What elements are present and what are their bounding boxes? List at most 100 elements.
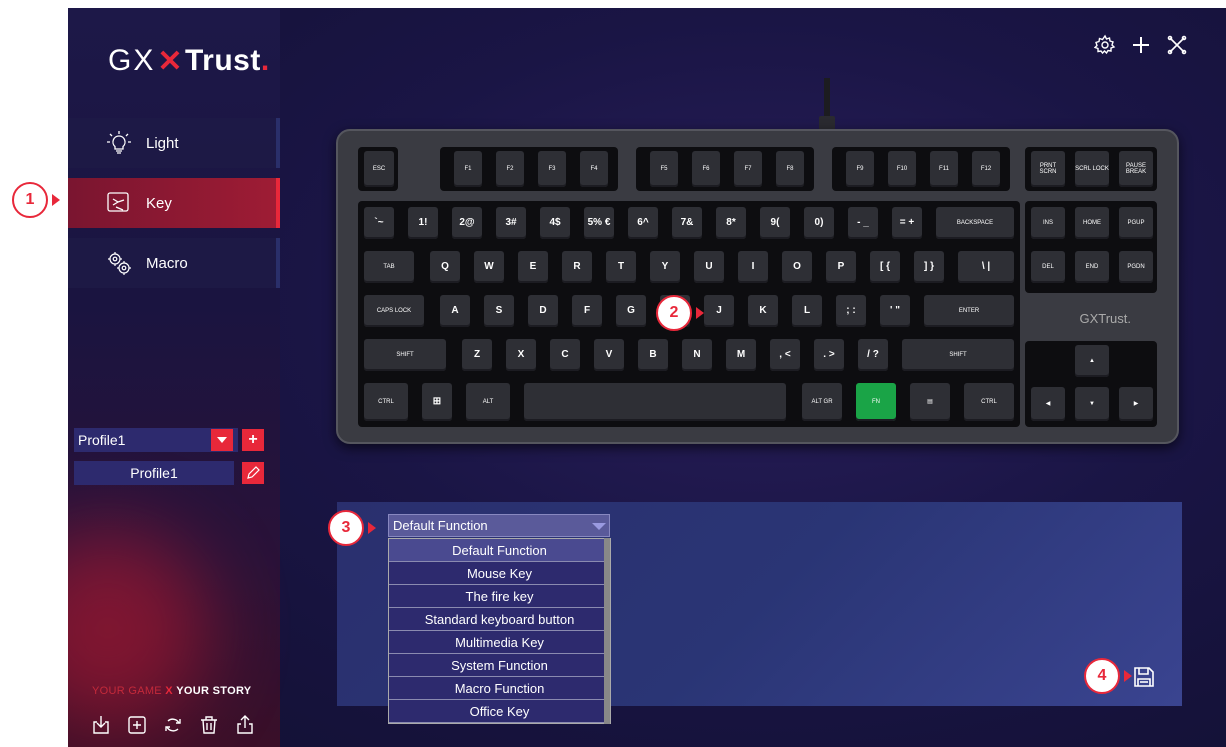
key-4[interactable]: 4$ — [540, 207, 570, 239]
key-enter[interactable]: ENTER — [924, 295, 1014, 327]
key-x[interactable]: X — [506, 339, 536, 371]
gear-icon[interactable] — [1093, 34, 1116, 56]
key-arrow-up[interactable]: ▲ — [1075, 345, 1109, 377]
key-1[interactable]: 1! — [408, 207, 438, 239]
plus-icon[interactable] — [1130, 34, 1152, 56]
key-backslash[interactable]: \ | — [958, 251, 1014, 283]
key-space[interactable] — [524, 383, 786, 421]
key-3[interactable]: 3# — [496, 207, 526, 239]
key-m[interactable]: M — [726, 339, 756, 371]
nav-item-macro[interactable]: Macro — [68, 238, 280, 288]
key-end[interactable]: END — [1075, 251, 1109, 283]
key-f1[interactable]: F1 — [454, 151, 482, 187]
key-f2[interactable]: F2 — [496, 151, 524, 187]
key-comma[interactable]: , < — [770, 339, 800, 371]
dropdown-scrollbar[interactable] — [604, 538, 610, 724]
key-i[interactable]: I — [738, 251, 768, 283]
key-e[interactable]: E — [518, 251, 548, 283]
key-esc[interactable]: ESC — [364, 151, 394, 187]
key-minus[interactable]: - _ — [848, 207, 878, 239]
key-shift-left[interactable]: SHIFT — [364, 339, 446, 371]
key-equals[interactable]: = + — [892, 207, 922, 239]
key-s[interactable]: S — [484, 295, 514, 327]
key-f[interactable]: F — [572, 295, 602, 327]
key-8[interactable]: 8* — [716, 207, 746, 239]
key-f6[interactable]: F6 — [692, 151, 720, 187]
key-v[interactable]: V — [594, 339, 624, 371]
key-f4[interactable]: F4 — [580, 151, 608, 187]
key-shift-right[interactable]: SHIFT — [902, 339, 1014, 371]
save-icon[interactable] — [1132, 665, 1156, 689]
key-f11[interactable]: F11 — [930, 151, 958, 187]
profile-dropdown-button[interactable] — [211, 429, 233, 451]
key-tab[interactable]: TAB — [364, 251, 414, 283]
key-5[interactable]: 5% € — [584, 207, 614, 239]
key-n[interactable]: N — [682, 339, 712, 371]
key-f10[interactable]: F10 — [888, 151, 916, 187]
add-profile-button[interactable]: + — [242, 429, 264, 451]
key-ins[interactable]: INS — [1031, 207, 1065, 239]
dropdown-option[interactable]: Mouse Key — [389, 562, 610, 585]
key-fn[interactable]: FN — [856, 383, 896, 421]
key-pgup[interactable]: PGUP — [1119, 207, 1153, 239]
key-b[interactable]: B — [638, 339, 668, 371]
key-ctrl-right[interactable]: CTRL — [964, 383, 1014, 421]
key-arrow-down[interactable]: ▼ — [1075, 387, 1109, 421]
key-u[interactable]: U — [694, 251, 724, 283]
key-6[interactable]: 6^ — [628, 207, 658, 239]
key-pgdn[interactable]: PGDN — [1119, 251, 1153, 283]
key-prntscrn[interactable]: PRNT SCRN — [1031, 151, 1065, 187]
dropdown-option[interactable]: Standard keyboard button — [389, 608, 610, 631]
key-arrow-right[interactable]: ▶ — [1119, 387, 1153, 421]
new-profile-icon[interactable] — [126, 714, 148, 736]
key-f8[interactable]: F8 — [776, 151, 804, 187]
key-l[interactable]: L — [792, 295, 822, 327]
key-c[interactable]: C — [550, 339, 580, 371]
key-backspace[interactable]: BACKSPACE — [936, 207, 1014, 239]
key-t[interactable]: T — [606, 251, 636, 283]
key-arrow-left[interactable]: ◀ — [1031, 387, 1065, 421]
key-pausebreak[interactable]: PAUSE BREAK — [1119, 151, 1153, 187]
key-q[interactable]: Q — [430, 251, 460, 283]
key-period[interactable]: . > — [814, 339, 844, 371]
function-select[interactable]: Default Function — [388, 514, 610, 537]
key-y[interactable]: Y — [650, 251, 680, 283]
key-j[interactable]: J — [704, 295, 734, 327]
key-capslock[interactable]: CAPS LOCK — [364, 295, 424, 327]
key-f9[interactable]: F9 — [846, 151, 874, 187]
key-f5[interactable]: F5 — [650, 151, 678, 187]
import-icon[interactable] — [90, 714, 112, 736]
dropdown-option[interactable]: System Function — [389, 654, 610, 677]
close-icon[interactable] — [1166, 34, 1188, 56]
key-p[interactable]: P — [826, 251, 856, 283]
dropdown-option[interactable]: The fire key — [389, 585, 610, 608]
key-o[interactable]: O — [782, 251, 812, 283]
key-ctrl-left[interactable]: CTRL — [364, 383, 408, 421]
key-slash[interactable]: / ? — [858, 339, 888, 371]
key-semicolon[interactable]: ; : — [836, 295, 866, 327]
key-win[interactable]: ⊞ — [422, 383, 452, 421]
key-2[interactable]: 2@ — [452, 207, 482, 239]
key-scrllock[interactable]: SCRL LOCK — [1075, 151, 1109, 187]
dropdown-option[interactable]: Default Function — [389, 539, 610, 562]
key-altgr[interactable]: ALT GR — [802, 383, 842, 421]
key-f3[interactable]: F3 — [538, 151, 566, 187]
key-d[interactable]: D — [528, 295, 558, 327]
key-7[interactable]: 7& — [672, 207, 702, 239]
export-icon[interactable] — [234, 714, 256, 736]
key-home[interactable]: HOME — [1075, 207, 1109, 239]
dropdown-option[interactable]: Multimedia Key — [389, 631, 610, 654]
key-backtick[interactable]: `~ — [364, 207, 394, 239]
key-f7[interactable]: F7 — [734, 151, 762, 187]
key-k[interactable]: K — [748, 295, 778, 327]
key-g[interactable]: G — [616, 295, 646, 327]
dropdown-option[interactable]: Macro Function — [389, 677, 610, 700]
key-rbracket[interactable]: ] } — [914, 251, 944, 283]
key-w[interactable]: W — [474, 251, 504, 283]
nav-item-light[interactable]: Light — [68, 118, 280, 168]
key-a[interactable]: A — [440, 295, 470, 327]
key-z[interactable]: Z — [462, 339, 492, 371]
profile-name-field[interactable]: Profile1 — [74, 461, 234, 485]
key-alt[interactable]: ALT — [466, 383, 510, 421]
key-menu[interactable]: ▤ — [910, 383, 950, 421]
